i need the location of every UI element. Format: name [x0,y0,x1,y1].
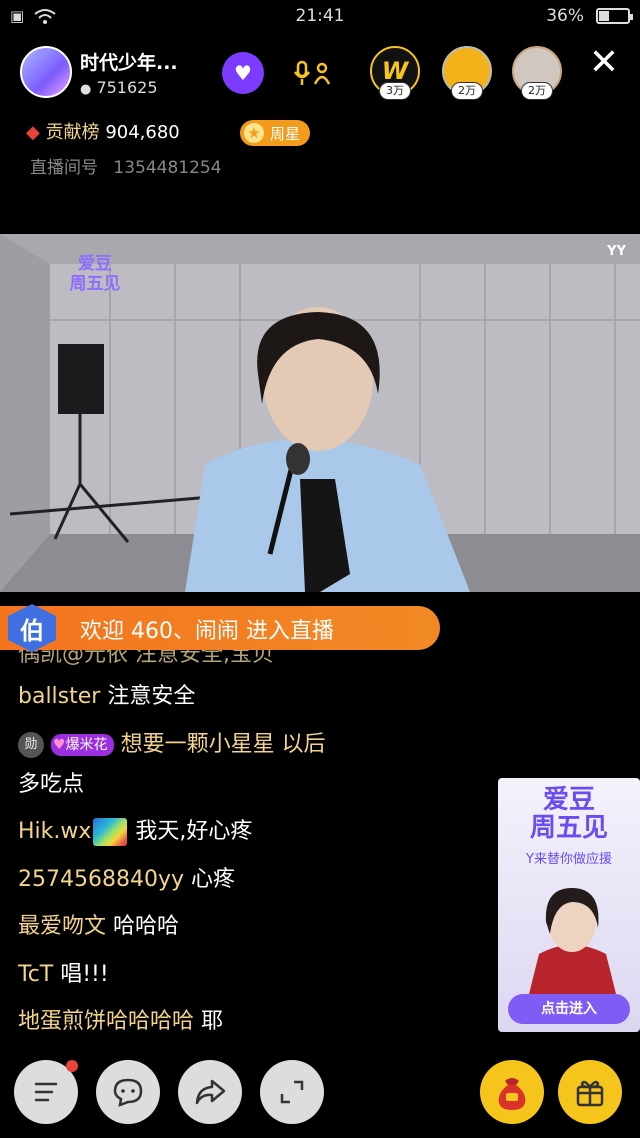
fan-tag: ♥爆米花 [51,734,114,756]
lucky-bag-button[interactable] [480,1060,544,1124]
chat-user[interactable]: 最爱吻文 [18,914,106,939]
chat-message: 地蛋煎饼哈哈哈哈 耶 [18,1007,223,1037]
promo-photo [529,888,616,994]
money-bag-icon [498,1078,526,1110]
chat-message: 勋 ♥爆米花 想要一颗小星星 以后 [18,730,326,760]
host-avatar[interactable] [20,46,72,98]
chat-message: ballster 注意安全 [18,682,195,712]
welcome-text: 欢迎 460、闹闹 进入直播 [80,619,334,644]
gift-icon [576,1080,604,1107]
promo-card[interactable]: 爱豆 周五见 Y来替你做应援 点击进入 [498,778,640,1032]
person-icon: ● [80,82,92,97]
top-fan-1[interactable]: W 3万 [370,46,420,100]
show-logo: 爱豆 周五见 [66,254,124,310]
contribution-value: 904,680 [105,122,180,143]
promo-enter-button[interactable]: 点击进入 [508,994,630,1024]
promo-title: 爱豆 周五见 [498,786,640,842]
chat-text: 哈哈哈 [113,914,180,939]
chat-user[interactable]: ballster [18,684,100,709]
chat-text: 想要一颗小星星 以后 [120,732,326,757]
fans-count: 751625 [96,78,158,97]
top-fan-3[interactable]: 2万 [512,46,562,100]
chat-message: 最爱吻文 哈哈哈 [18,912,179,942]
clock: 21:41 [295,6,345,26]
chat-message: 2574568840yy 心疼 [18,865,235,895]
chat-user[interactable]: TcT [18,962,53,987]
fullscreen-button[interactable] [260,1060,324,1124]
contribution-label: 贡献榜 [45,122,100,143]
chat-user[interactable]: 地蛋煎饼哈哈哈哈 [18,1009,194,1034]
host-name[interactable]: 时代少年... [80,48,178,75]
contribution-rank[interactable]: ◆ 贡献榜 904,680 [26,118,180,144]
chat-text: 注意安全 [107,684,196,709]
fan-tag-label: 爆米花 [65,737,108,753]
fan-badge: 2万 [451,82,483,100]
live-video[interactable]: 爱豆 周五见 YY [0,234,640,592]
chat-text: 我天,好心疼 [135,819,253,844]
mic-link-icon[interactable] [294,60,334,88]
week-star-badge[interactable]: ★ 周星 [240,120,311,146]
logo-line1: 爱豆 [78,254,112,274]
promo-title-line2: 周五见 [529,813,608,843]
level-badge: 伯 [8,604,56,652]
heart-icon: ♥ [234,61,252,85]
host-fans: ● 751625 [80,78,158,97]
share-button[interactable] [178,1060,242,1124]
chat-button[interactable] [96,1060,160,1124]
close-button[interactable]: ✕ [586,45,622,82]
welcome-banner: 伯 欢迎 460、闹闹 进入直播 [0,604,440,652]
menu-button[interactable] [14,1060,78,1124]
battery-percent: 36% [546,6,584,26]
chat-message-cont: 多吃点 [18,772,85,797]
room-number: 直播间号 1354481254 [30,153,222,178]
heart-icon: ♥ [53,737,66,753]
diamond-icon: ◆ [26,122,40,143]
promo-title-line1: 爱豆 [542,785,595,815]
status-bar: ▣ 21:41 36% [0,0,640,32]
chat-text: 唱!!! [60,962,109,987]
chat-user[interactable]: Hik.wx [18,819,91,844]
chat-text: 耶 [201,1009,224,1034]
battery-icon [596,8,633,24]
chat-bubble-icon [113,1078,143,1107]
room-label: 直播间号 [30,158,98,178]
room-value: 1354481254 [113,158,222,178]
crown-icon: W [381,57,409,85]
fan-badge: 3万 [379,82,411,100]
follow-button[interactable]: ♥ [222,52,264,94]
share-icon [195,1079,226,1105]
chat-text: 心疼 [191,867,236,892]
medal-badge: 勋 [18,732,44,758]
expand-icon [280,1080,304,1104]
top-fan-2[interactable]: 2万 [442,46,492,100]
rainbow-icon [93,818,128,846]
promo-subtitle: Y来替你做应援 [526,852,612,867]
logo-line2: 周五见 [69,274,121,294]
chat-message: Hik.wx 我天,好心疼 [18,817,252,847]
list-icon [34,1082,58,1102]
gift-button[interactable] [558,1060,622,1124]
notification-dot [66,1060,78,1072]
yy-watermark: YY [607,244,626,259]
fan-badge: 2万 [521,82,553,100]
week-star-label: 周星 [270,124,301,143]
chat-message: TcT 唱!!! [18,960,109,990]
star-icon: ★ [244,123,264,143]
chat-user[interactable]: 2574568840yy [18,867,184,892]
